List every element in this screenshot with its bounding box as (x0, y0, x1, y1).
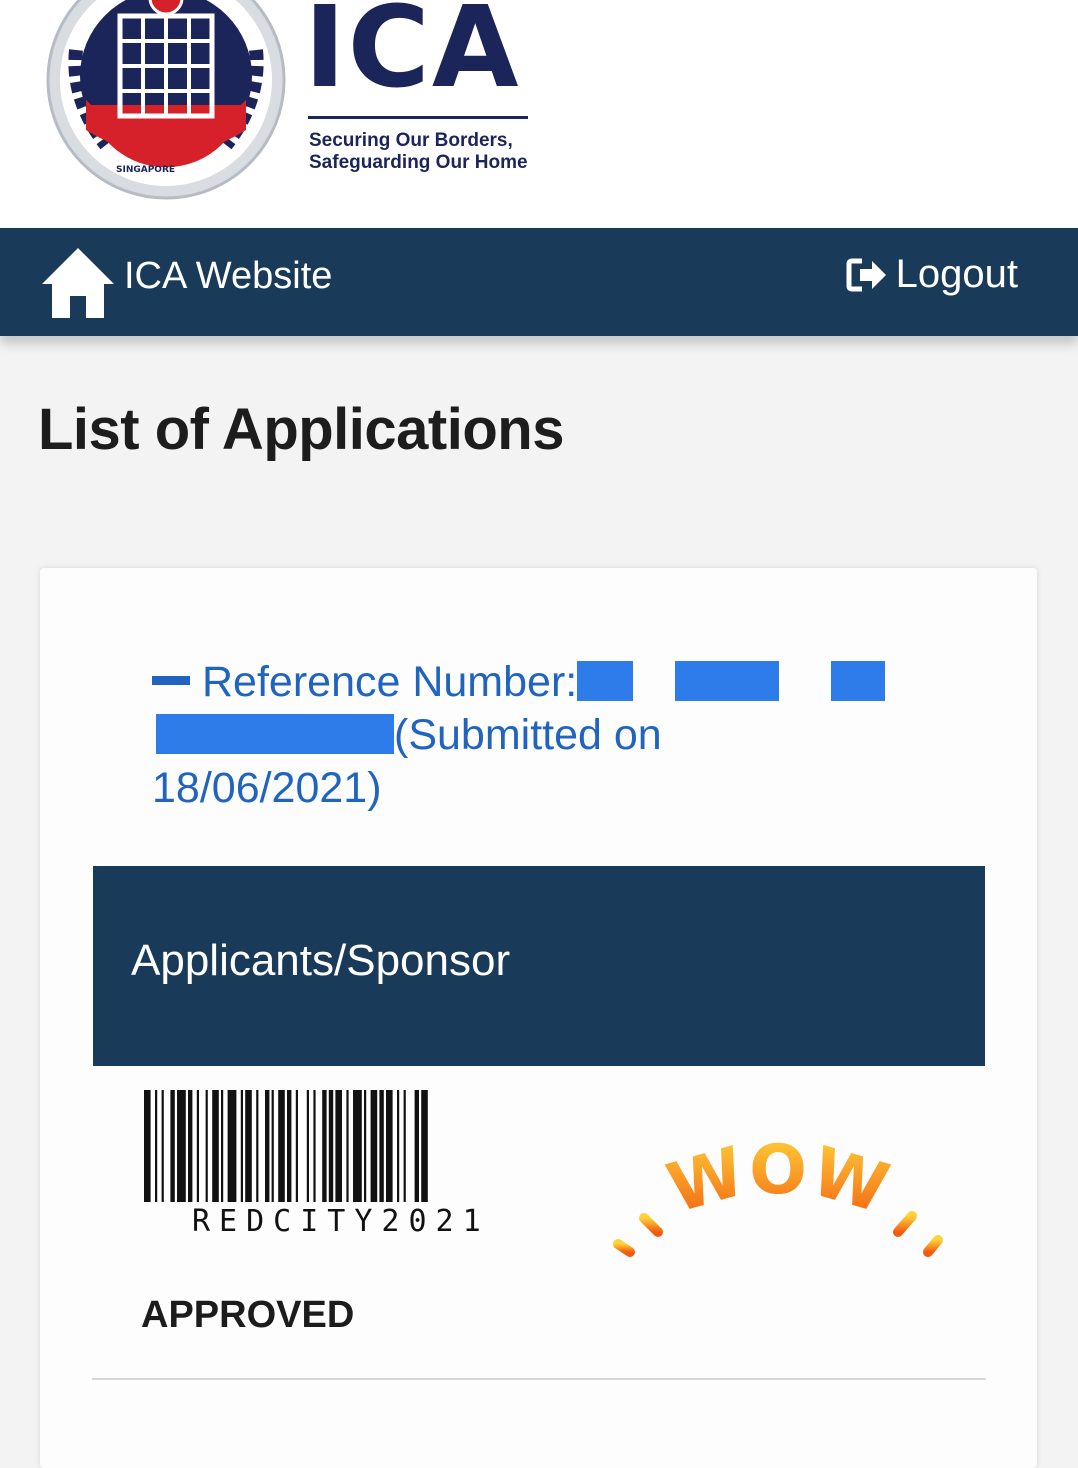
applicants-sponsor-title: Applicants/Sponsor (131, 936, 511, 985)
home-icon (42, 248, 114, 318)
barcode-image (144, 1090, 428, 1202)
logout-button[interactable]: Logout (846, 252, 1018, 297)
logo-tagline: Securing Our Borders, Safeguarding Our H… (309, 130, 528, 174)
ica-website-link[interactable]: ICA Website (40, 242, 332, 322)
sign-out-icon (846, 258, 886, 291)
ica-logo-text: ICA (304, 0, 521, 113)
card-divider (92, 1378, 986, 1380)
logout-label: Logout (895, 252, 1018, 296)
submitted-on-label: (Submitted on (394, 711, 662, 759)
tagline-line-2: Safeguarding Our Home (309, 152, 528, 173)
redacted-reference-number-2 (675, 660, 780, 701)
wow-sticker-text: WOW (659, 1140, 896, 1229)
ica-seal-logo: SINGAPORE (46, 0, 286, 200)
applicants-sponsor-header: Applicants/Sponsor (93, 866, 985, 1066)
page-title: List of Applications (38, 397, 564, 462)
svg-text:WOW: WOW (659, 1140, 896, 1229)
application-accordion-toggle[interactable]: Reference Number: (Submitted on 18/06/20… (152, 656, 912, 815)
header-logo-area: SINGAPORE ICA Securing Our Borders, Safe… (0, 0, 1078, 228)
barcode-caption: REDCITY2021 (192, 1204, 490, 1239)
svg-text:SINGAPORE: SINGAPORE (116, 165, 175, 175)
redacted-reference-number (577, 660, 634, 701)
collapse-minus-icon (152, 676, 190, 686)
redacted-reference-number-3 (831, 660, 886, 701)
application-card: Reference Number: (Submitted on 18/06/20… (40, 568, 1037, 1468)
submitted-date: 18/06/2021) (152, 764, 382, 812)
application-status: APPROVED (141, 1294, 355, 1336)
logo-underline (308, 116, 528, 119)
top-navigation-bar: ICA Website Logout (0, 228, 1078, 336)
reference-number-label: Reference Number: (202, 658, 578, 706)
wow-sticker: WOW (613, 1140, 943, 1257)
ica-website-label: ICA Website (124, 254, 333, 297)
tagline-line-1: Securing Our Borders, (309, 130, 513, 151)
redacted-reference-number-4 (156, 713, 394, 754)
